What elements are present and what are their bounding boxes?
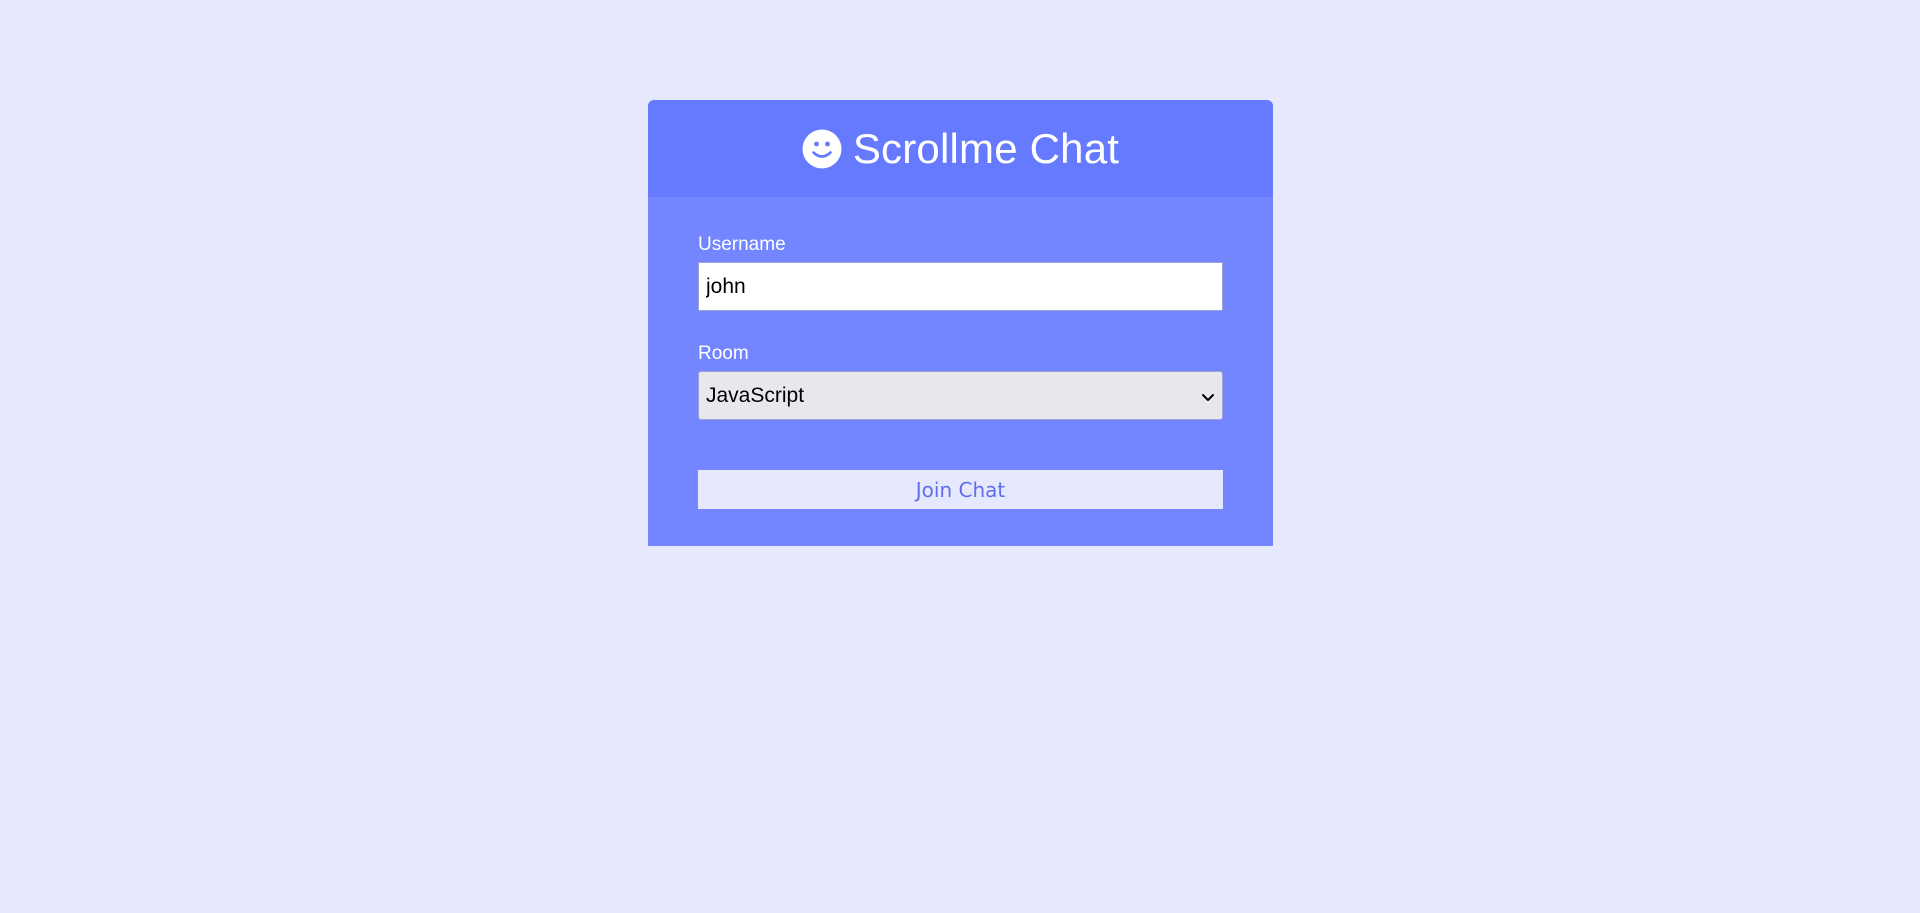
room-control: Room JavaScript <box>698 343 1223 420</box>
join-container: Scrollme Chat Username Room JavaScript J… <box>648 100 1273 546</box>
join-form-panel: Username Room JavaScript Join Chat <box>648 197 1273 546</box>
username-label: Username <box>698 234 786 255</box>
room-label: Room <box>698 343 749 364</box>
app-title: Scrollme Chat <box>852 124 1120 172</box>
smile-icon <box>802 129 842 169</box>
username-input[interactable] <box>698 262 1223 311</box>
room-select[interactable]: JavaScript <box>698 371 1223 420</box>
join-header: Scrollme Chat <box>648 100 1273 197</box>
room-select-value: JavaScript <box>706 383 805 407</box>
chevron-down-icon <box>1200 387 1216 403</box>
join-chat-button[interactable]: Join Chat <box>698 470 1223 509</box>
username-control: Username <box>698 234 1223 311</box>
